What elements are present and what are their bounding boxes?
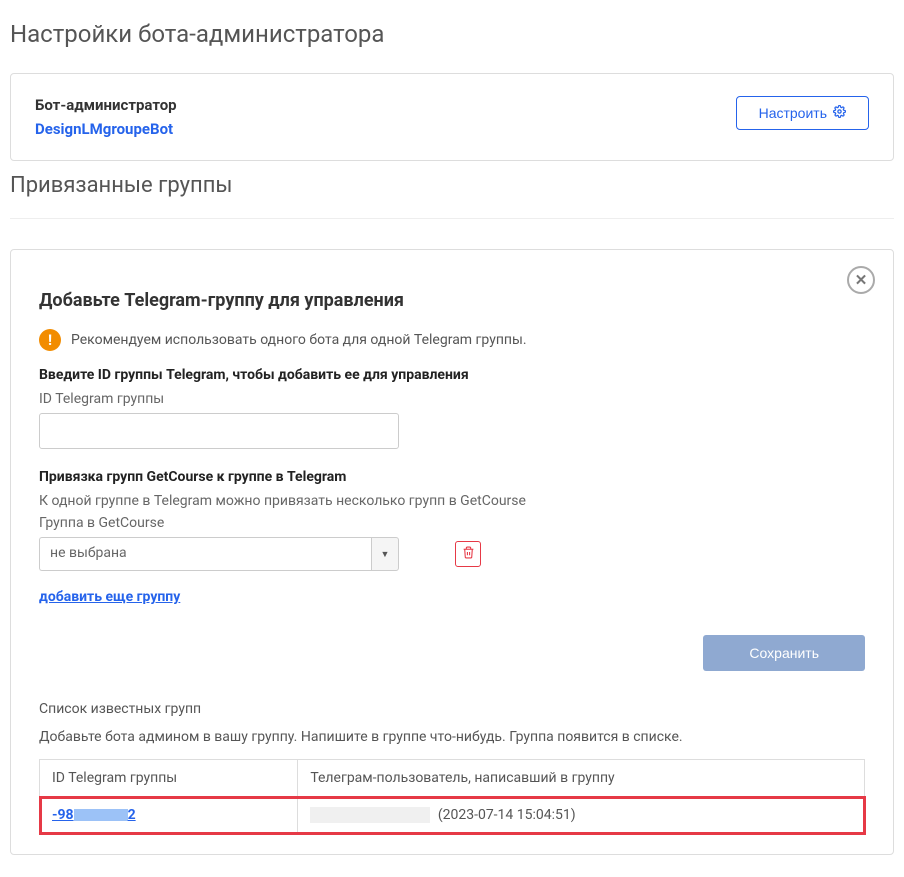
linked-groups-title: Привязанные группы (10, 173, 894, 198)
table-cell-timestamp: (2023-07-14 15:04:51) (438, 807, 576, 823)
bot-admin-box: Бот-администратор DesignLMgroupeBot Наст… (10, 73, 894, 161)
gear-icon (833, 105, 846, 121)
masked-username (310, 807, 430, 823)
select-row: не выбрана ▼ (39, 537, 865, 571)
binding-hint: К одной группе в Telegram можно привязат… (39, 493, 865, 509)
id-field-label: ID Telegram группы (39, 391, 865, 407)
chevron-down-icon[interactable]: ▼ (371, 537, 399, 571)
add-group-box: ✕ Добавьте Telegram-группу для управлени… (10, 249, 894, 855)
info-text: Рекомендуем использовать одного бота для… (71, 332, 527, 348)
telegram-group-id-input[interactable] (39, 413, 399, 449)
add-more-group-link[interactable]: добавить еще группу (39, 589, 180, 605)
group-id-link[interactable]: -982 (52, 807, 136, 823)
configure-button-label: Настроить (759, 105, 827, 121)
known-groups-help: Добавьте бота админом в вашу группу. Нап… (39, 729, 865, 745)
gc-group-select[interactable]: не выбрана ▼ (39, 537, 399, 571)
close-button[interactable]: ✕ (847, 266, 875, 294)
add-group-title: Добавьте Telegram-группу для управления (39, 290, 865, 311)
table-header-user: Телеграм-пользователь, написавший в груп… (298, 760, 865, 797)
save-row: Сохранить (39, 635, 865, 671)
configure-button[interactable]: Настроить (736, 96, 869, 130)
table-row: -982 (2023-07-14 15:04:51) (40, 797, 865, 834)
bot-admin-label: Бот-администратор (35, 96, 177, 114)
table-header-id: ID Telegram группы (40, 760, 298, 797)
table-cell-user: (2023-07-14 15:04:51) (298, 797, 865, 834)
close-icon: ✕ (855, 271, 868, 289)
masked-id-middle (74, 809, 128, 821)
enter-id-label: Введите ID группы Telegram, чтобы добави… (39, 367, 865, 383)
info-icon: ! (39, 329, 61, 351)
delete-group-button[interactable] (455, 541, 481, 567)
divider (10, 218, 894, 219)
known-groups-table: ID Telegram группы Телеграм-пользователь… (39, 759, 865, 834)
info-row: ! Рекомендуем использовать одного бота д… (39, 329, 865, 351)
trash-icon (462, 546, 475, 562)
binding-label: Привязка групп GetCourse к группе в Tele… (39, 469, 865, 485)
gc-group-select-value: не выбрана (39, 537, 371, 571)
known-groups-title: Список известных групп (39, 701, 865, 717)
page-title: Настройки бота-администратора (10, 20, 894, 48)
save-button[interactable]: Сохранить (703, 635, 865, 671)
bot-admin-name[interactable]: DesignLMgroupeBot (35, 120, 177, 138)
table-cell-id: -982 (40, 797, 298, 834)
gc-group-label: Группа в GetCourse (39, 515, 865, 531)
bot-admin-info: Бот-администратор DesignLMgroupeBot (35, 96, 177, 138)
